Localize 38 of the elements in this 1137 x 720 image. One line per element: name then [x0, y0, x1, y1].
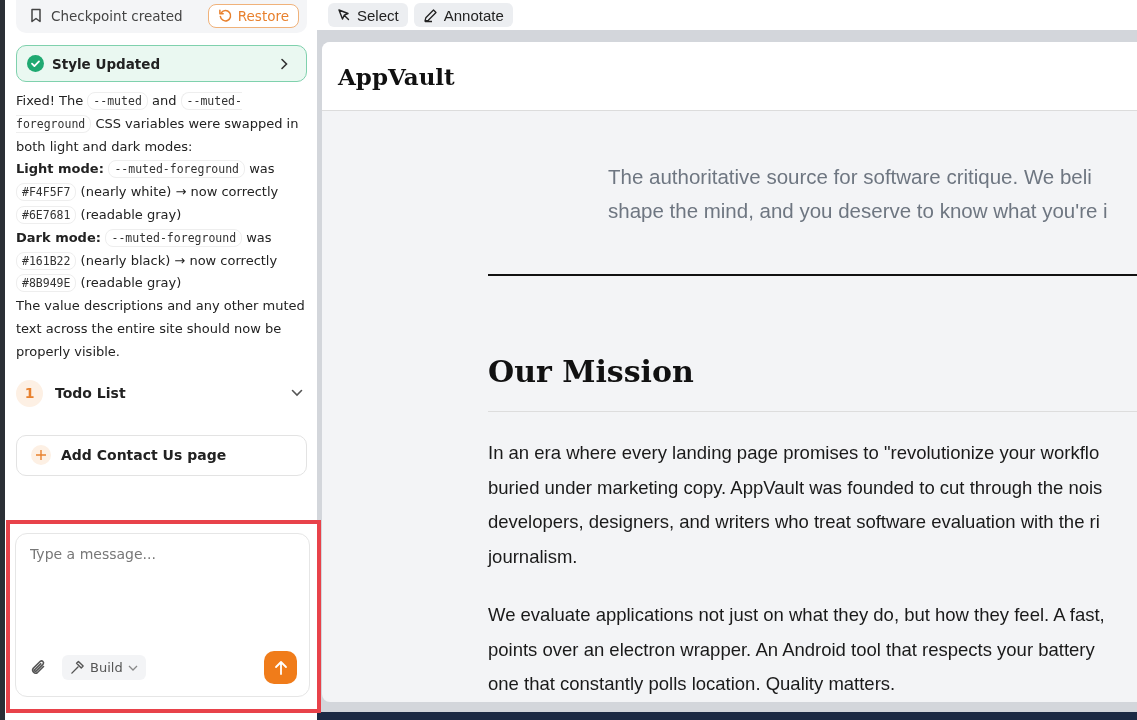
chevron-down-icon — [291, 389, 303, 398]
plus-icon — [36, 450, 46, 461]
subtitle-text: The authoritative source for software critique. We beli — [608, 164, 1093, 190]
paragraph-line: buried under marketing copy. AppVault was founded to cut through the nois — [488, 475, 1104, 500]
chevron-right-icon — [280, 57, 288, 70]
status-title: Style Updated — [52, 55, 162, 72]
paragraph-line: one that constantly polls location. Quality matters. — [488, 672, 897, 696]
message-text: Fixed! The --muted and --muted-foreground CSS variables were swapped in both light and dark modes: — [16, 91, 300, 156]
site-logo[interactable]: AppVault — [338, 62, 455, 90]
hammer-icon — [70, 660, 85, 675]
message-text: Light mode: --muted-foreground was #F4F5F7 (nearly white) → now correctly #6E7681 (readable gray) — [16, 159, 280, 226]
paragraph-line: journalism. — [488, 544, 579, 569]
subtitle-text: shape the mind, and you deserve to know what you're i — [608, 198, 1109, 224]
todo-count: 1 — [16, 379, 43, 407]
select-button[interactable]: Select — [328, 3, 408, 27]
paragraph-line: points over an electron wrapper. An Android tool that respects your battery — [488, 637, 1096, 662]
cursor-icon — [337, 8, 351, 22]
arrow-up-icon — [273, 660, 288, 675]
message-field[interactable]: Type a message... Build — [15, 533, 310, 697]
checkpoint-label: Checkpoint created — [51, 7, 183, 24]
section-heading: Our Mission — [488, 354, 695, 389]
paragraph-line: In an era where every landing page promises to "revolutionize your workflo — [488, 441, 1101, 465]
check-circle-icon — [27, 55, 44, 72]
todo-title: Todo List — [55, 385, 127, 402]
mode-dropdown[interactable]: Build — [62, 655, 146, 680]
bookmark-icon — [30, 8, 42, 23]
suggestion-button[interactable]: Add Contact Us page — [16, 434, 307, 476]
restore-icon — [217, 8, 233, 23]
annotate-button[interactable]: Annotate — [413, 3, 513, 27]
chevron-down-icon — [127, 664, 138, 671]
pencil-icon — [422, 7, 438, 23]
message-text: Dark mode: --muted-foreground was #161B22 (nearly black) → now correctly #8B949E (readable gray) — [16, 227, 279, 295]
paragraph-line: developers, designers, and writers who treat software evaluation with the ri — [488, 510, 1101, 534]
todo-header[interactable]: 1 Todo List — [16, 379, 307, 407]
send-button[interactable] — [264, 651, 297, 684]
status-card[interactable]: Style Updated — [16, 45, 307, 82]
message-text: The value descriptions and any other muted text across the entire site should now be properly visible. — [16, 297, 306, 361]
paragraph-line: We evaluate applications not just on what they do, but how they feel. A fast, — [488, 603, 1106, 627]
